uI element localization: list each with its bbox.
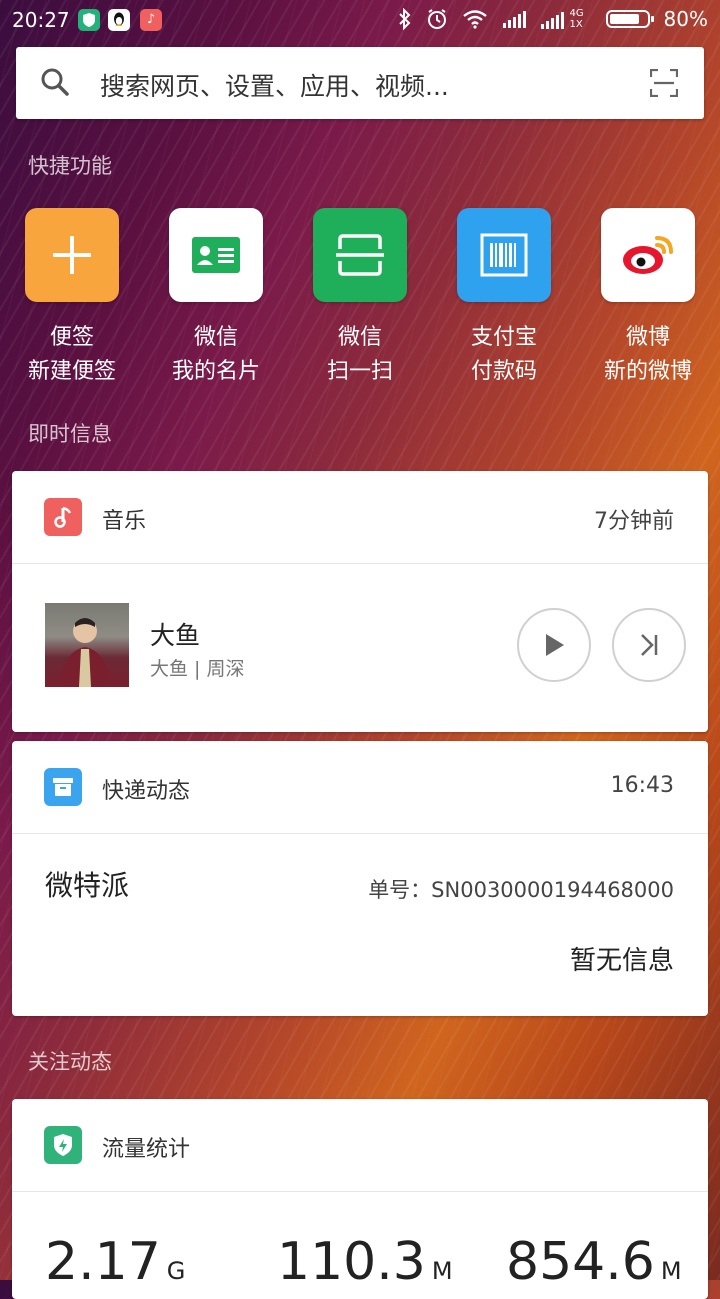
traffic-value: 2.17 G [45, 1232, 186, 1292]
delivery-status: 暂无信息 [569, 946, 674, 976]
signal-2-group: 4G 1X [540, 8, 592, 30]
plus-icon [53, 236, 91, 274]
shortcut-note[interactable]: 便签 新建便签 [2, 208, 142, 390]
song-artist: 大鱼 | 周深 [150, 658, 245, 680]
shortcut-sublabel: 扫一扫 [326, 359, 393, 384]
shortcut-label: 微信 [337, 325, 382, 350]
shield-app-icon [78, 9, 100, 31]
shortcut-label: 便签 [49, 325, 94, 350]
wechat-card-tile[interactable] [169, 208, 263, 302]
wifi-icon [462, 10, 487, 29]
express-card-header: 快递动态 16:43 [12, 741, 708, 834]
shield-bolt-icon [44, 1126, 82, 1164]
skip-next-icon [641, 634, 658, 656]
tracking-number: 单号：SN0030000194468000 [368, 878, 674, 902]
card-title: 音乐 [102, 509, 147, 534]
battery-percent: 80% [663, 7, 708, 31]
search-bar[interactable]: 搜索网页、设置、应用、视频... [16, 47, 704, 119]
network-type-bottom: 1X [569, 19, 583, 30]
clock: 20:27 [12, 8, 70, 32]
note-tile[interactable] [25, 208, 119, 302]
scan-frame-icon [336, 234, 384, 276]
shortcut-wechat-card[interactable]: 微信 我的名片 [146, 208, 286, 390]
music-card[interactable]: 音乐 7分钟前 大鱼 大鱼 | 周深 [12, 471, 708, 732]
weibo-icon [623, 236, 673, 274]
weibo-tile[interactable] [601, 208, 695, 302]
package-icon [44, 768, 82, 806]
courier-name: 微特派 [45, 869, 130, 902]
traffic-value: 110.3 M [277, 1232, 453, 1292]
music-note-icon [44, 498, 82, 536]
qq-penguin-icon [108, 9, 130, 31]
shortcut-label: 微博 [625, 325, 670, 350]
music-app-icon: ♪ [140, 9, 162, 31]
shortcut-sublabel: 我的名片 [171, 359, 260, 384]
traffic-card[interactable]: 流量统计 2.17 G 110.3 M 854.6 M [12, 1099, 708, 1299]
traffic-card-header: 流量统计 [12, 1099, 708, 1192]
next-button[interactable] [612, 608, 686, 682]
play-button[interactable] [517, 608, 591, 682]
section-title-follow: 关注动态 [28, 1050, 112, 1074]
battery-fill [609, 14, 639, 24]
card-title: 流量统计 [102, 1137, 191, 1162]
shortcut-weibo[interactable]: 微博 新的微博 [578, 208, 718, 390]
shortcut-sublabel: 新建便签 [27, 359, 116, 384]
shortcut-sublabel: 付款码 [470, 359, 537, 384]
traffic-value: 854.6 M [506, 1232, 682, 1292]
shortcut-wechat-scan[interactable]: 微信 扫一扫 [290, 208, 430, 390]
alipay-tile[interactable] [457, 208, 551, 302]
status-bar: 20:27 ♪ 4G 1X 80% [0, 0, 720, 40]
network-type-top: 4G [569, 8, 584, 19]
signal-icon [502, 11, 526, 28]
shortcut-label: 微信 [193, 325, 238, 350]
section-title-instant: 即时信息 [28, 422, 112, 446]
scan-icon[interactable] [650, 69, 678, 97]
search-icon [41, 68, 69, 96]
contact-card-icon [192, 237, 240, 273]
signal-2-icon [540, 12, 564, 29]
barcode-icon [480, 233, 528, 277]
music-card-header: 音乐 7分钟前 [12, 471, 708, 564]
shortcut-sublabel: 新的微博 [603, 359, 692, 384]
section-title-shortcuts: 快捷功能 [28, 154, 112, 178]
song-title: 大鱼 [150, 621, 201, 650]
express-card[interactable]: 快递动态 16:43 微特派 单号：SN0030000194468000 暂无信… [12, 741, 708, 1016]
play-icon [546, 634, 564, 656]
card-time: 16:43 [610, 773, 674, 798]
album-cover[interactable] [45, 603, 129, 687]
search-input[interactable]: 搜索网页、设置、应用、视频... [100, 67, 449, 103]
battery-icon [605, 10, 654, 28]
card-time: 7分钟前 [594, 509, 674, 534]
bluetooth-icon [398, 8, 410, 30]
wechat-scan-tile[interactable] [313, 208, 407, 302]
card-title: 快递动态 [102, 779, 191, 804]
alarm-icon [427, 9, 446, 29]
shortcut-label: 支付宝 [470, 325, 537, 350]
shortcut-alipay[interactable]: 支付宝 付款码 [434, 208, 574, 390]
